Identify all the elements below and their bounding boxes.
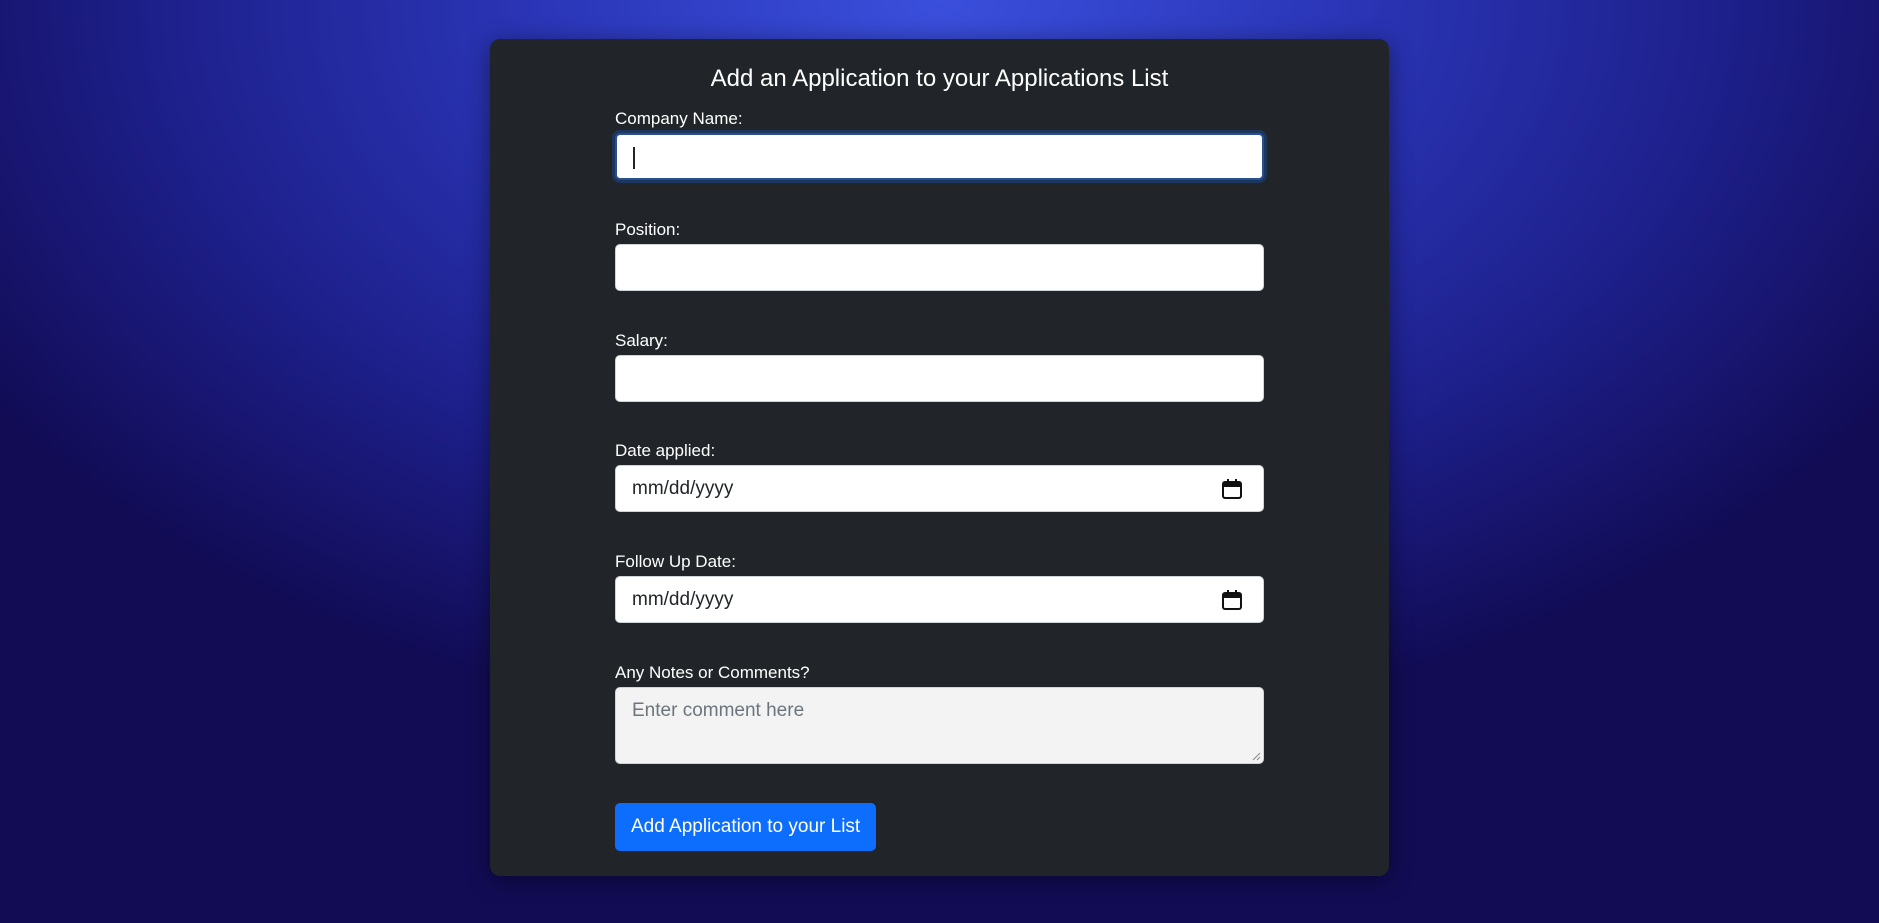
notes-placeholder: Enter comment here	[632, 700, 805, 721]
company-name-group: Company Name:	[615, 109, 1264, 180]
date-applied-label: Date applied:	[615, 441, 716, 460]
follow-up-group: Follow Up Date: mm/dd/yyyy	[615, 552, 1264, 623]
notes-textarea[interactable]: Enter comment here	[615, 687, 1264, 764]
calendar-icon[interactable]	[1221, 478, 1243, 500]
calendar-icon[interactable]	[1221, 589, 1243, 611]
resize-handle-icon[interactable]	[1251, 751, 1261, 761]
position-group: Position:	[615, 220, 1264, 291]
follow-up-date-input[interactable]: mm/dd/yyyy	[615, 576, 1264, 623]
salary-group: Salary:	[615, 331, 1264, 402]
salary-input[interactable]	[615, 355, 1264, 402]
follow-up-label: Follow Up Date:	[615, 552, 736, 571]
company-name-label: Company Name:	[615, 109, 743, 128]
text-caret	[633, 147, 635, 169]
follow-up-value: mm/dd/yyyy	[632, 589, 734, 610]
date-applied-group: Date applied: mm/dd/yyyy	[615, 441, 1264, 512]
notes-label: Any Notes or Comments?	[615, 663, 810, 682]
application-form-card: Add an Application to your Applications …	[490, 39, 1389, 876]
salary-label: Salary:	[615, 331, 668, 350]
date-applied-input[interactable]: mm/dd/yyyy	[615, 465, 1264, 512]
company-name-input[interactable]	[615, 133, 1264, 180]
page-title: Add an Application to your Applications …	[710, 65, 1169, 92]
notes-group: Any Notes or Comments? Enter comment her…	[615, 663, 1264, 764]
add-application-button[interactable]: Add Application to your List	[615, 803, 877, 851]
position-input[interactable]	[615, 244, 1264, 291]
position-label: Position:	[615, 220, 681, 239]
date-applied-value: mm/dd/yyyy	[632, 478, 734, 499]
